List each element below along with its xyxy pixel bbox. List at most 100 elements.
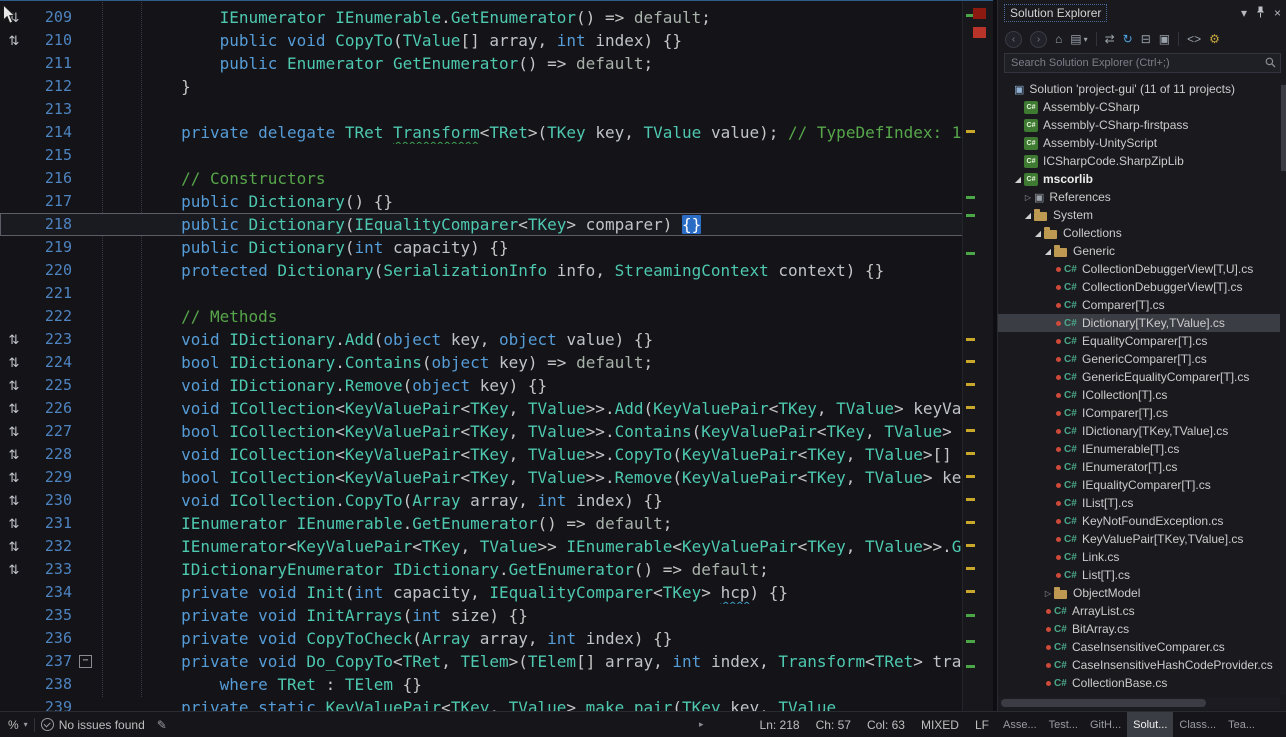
- line-number[interactable]: 234: [28, 581, 74, 604]
- code-line[interactable]: 218 public Dictionary(IEqualityComparer<…: [0, 213, 963, 236]
- line-number[interactable]: 227: [28, 420, 74, 443]
- code-line[interactable]: ⇅232 IEnumerator<KeyValuePair<TKey, TVal…: [0, 535, 963, 558]
- code-text[interactable]: void IDictionary.Add(object key, object …: [98, 328, 963, 351]
- implements-icon[interactable]: ⇅: [9, 401, 20, 416]
- code-line[interactable]: 236 private void CopyToCheck(Array array…: [0, 627, 963, 650]
- breakpoint-margin[interactable]: [0, 696, 28, 711]
- code-text[interactable]: public Dictionary(int capacity) {}: [98, 236, 963, 259]
- fold-margin[interactable]: [74, 236, 98, 259]
- code-text[interactable]: public Enumerator GetEnumerator() => def…: [98, 52, 963, 75]
- collapse-box-icon[interactable]: −: [79, 655, 92, 668]
- tree-item[interactable]: C#CollectionDebuggerView[T,U].cs: [998, 260, 1280, 278]
- fold-margin[interactable]: [74, 29, 98, 52]
- implements-icon[interactable]: ⇅: [9, 378, 20, 393]
- fold-margin[interactable]: [74, 558, 98, 581]
- line-number[interactable]: 239: [28, 696, 74, 711]
- window-position-icon[interactable]: ▾: [1241, 6, 1247, 20]
- tree-item[interactable]: ▷▣References: [998, 188, 1280, 206]
- fold-margin[interactable]: [74, 512, 98, 535]
- code-line[interactable]: ⇅226 void ICollection<KeyValuePair<TKey,…: [0, 397, 963, 420]
- code-line[interactable]: 215: [0, 144, 963, 167]
- breakpoint-margin[interactable]: ⇅: [0, 443, 28, 466]
- line-number[interactable]: 224: [28, 351, 74, 374]
- fold-margin[interactable]: [74, 6, 98, 29]
- code-line[interactable]: 214 private delegate TRet Transform<TRet…: [0, 121, 963, 144]
- fold-margin[interactable]: [74, 305, 98, 328]
- tree-item[interactable]: C#Assembly-CSharp: [998, 98, 1280, 116]
- tree-vertical-scrollbar[interactable]: [1280, 80, 1286, 695]
- expander-icon[interactable]: ◢: [1032, 229, 1044, 238]
- code-text[interactable]: void ICollection<KeyValuePair<TKey, TVal…: [98, 397, 963, 420]
- fold-margin[interactable]: [74, 535, 98, 558]
- fold-margin[interactable]: [74, 489, 98, 512]
- tree-item[interactable]: C#IEnumerable[T].cs: [998, 440, 1280, 458]
- fold-margin[interactable]: [74, 443, 98, 466]
- code-text[interactable]: void ICollection.CopyTo(Array array, int…: [98, 489, 963, 512]
- line-number[interactable]: 232: [28, 535, 74, 558]
- breakpoint-margin[interactable]: [0, 75, 28, 98]
- tree-item[interactable]: C#IDictionary[TKey,TValue].cs: [998, 422, 1280, 440]
- code-text[interactable]: IEnumerator IEnumerable.GetEnumerator() …: [98, 512, 963, 535]
- breakpoint-margin[interactable]: ⇅: [0, 489, 28, 512]
- refresh-icon[interactable]: ↻: [1123, 32, 1133, 46]
- fold-margin[interactable]: [74, 351, 98, 374]
- code-line[interactable]: 220 protected Dictionary(SerializationIn…: [0, 259, 963, 282]
- code-editor[interactable]: ⇅209 IEnumerator IEnumerable.GetEnumerat…: [0, 0, 993, 711]
- breakpoint-margin[interactable]: [0, 650, 28, 673]
- fold-margin[interactable]: [74, 673, 98, 696]
- breakpoint-margin[interactable]: [0, 581, 28, 604]
- code-text[interactable]: where TRet : TElem {}: [98, 673, 963, 696]
- fold-margin[interactable]: [74, 144, 98, 167]
- pen-icon[interactable]: ✎: [151, 718, 173, 732]
- expander-icon[interactable]: ▷: [1042, 589, 1054, 598]
- panel-tab[interactable]: Solut...: [1127, 712, 1173, 737]
- breakpoint-margin[interactable]: ⇅: [0, 535, 28, 558]
- line-number[interactable]: 231: [28, 512, 74, 535]
- code-line[interactable]: 235 private void InitArrays(int size) {}: [0, 604, 963, 627]
- breakpoint-margin[interactable]: [0, 52, 28, 75]
- code-line[interactable]: ⇅ 231 IEnumerator IEnumerable.GetEnumerat…: [0, 512, 963, 535]
- fold-margin[interactable]: [74, 259, 98, 282]
- fold-margin[interactable]: [74, 374, 98, 397]
- settings-gear-icon[interactable]: ⚙: [1209, 32, 1220, 46]
- fold-margin[interactable]: [74, 420, 98, 443]
- fold-margin[interactable]: [74, 167, 98, 190]
- code-text[interactable]: public Dictionary(IEqualityComparer<TKey…: [98, 213, 963, 236]
- line-number[interactable]: 233: [28, 558, 74, 581]
- fold-margin[interactable]: [74, 397, 98, 420]
- tree-item[interactable]: C#Dictionary[TKey,TValue].cs: [998, 314, 1280, 332]
- search-input[interactable]: [1004, 53, 1281, 73]
- line-number[interactable]: 238: [28, 673, 74, 696]
- code-line[interactable]: 221: [0, 282, 963, 305]
- fold-margin[interactable]: [74, 581, 98, 604]
- code-line[interactable]: 222 // Methods: [0, 305, 963, 328]
- tree-item[interactable]: C#GenericEqualityComparer[T].cs: [998, 368, 1280, 386]
- editor-vertical-scrollbar[interactable]: [962, 0, 993, 711]
- code-line[interactable]: ⇅228 void ICollection<KeyValuePair<TKey,…: [0, 443, 963, 466]
- line-number[interactable]: 229: [28, 466, 74, 489]
- code-line[interactable]: ⇅209 IEnumerator IEnumerable.GetEnumerat…: [0, 6, 963, 29]
- breakpoint-margin[interactable]: [0, 167, 28, 190]
- expander-icon[interactable]: ◢: [1022, 211, 1034, 220]
- tree-item[interactable]: C#IEnumerator[T].cs: [998, 458, 1280, 476]
- breakpoint-margin[interactable]: [0, 305, 28, 328]
- line-number[interactable]: 211: [28, 52, 74, 75]
- issues-indicator[interactable]: No issues found: [35, 718, 151, 732]
- panel-tab[interactable]: Asse...: [997, 712, 1043, 737]
- code-text[interactable]: IEnumerator IEnumerable.GetEnumerator() …: [98, 6, 963, 29]
- line-number[interactable]: 215: [28, 144, 74, 167]
- close-icon[interactable]: ×: [1274, 6, 1281, 20]
- breakpoint-margin[interactable]: ⇅: [0, 328, 28, 351]
- pin-icon[interactable]: [1256, 6, 1265, 21]
- fold-margin[interactable]: [74, 627, 98, 650]
- code-line[interactable]: 212 }: [0, 75, 963, 98]
- implements-icon[interactable]: ⇅: [9, 516, 20, 531]
- line-number[interactable]: 225: [28, 374, 74, 397]
- tree-item[interactable]: C#ArrayList.cs: [998, 602, 1280, 620]
- code-line[interactable]: ⇅225 void IDictionary.Remove(object key)…: [0, 374, 963, 397]
- sync-with-active-document-icon[interactable]: ⇄: [1105, 32, 1115, 46]
- code-text[interactable]: }: [98, 75, 963, 98]
- breakpoint-margin[interactable]: ⇅: [0, 512, 28, 535]
- fold-margin[interactable]: [74, 213, 98, 236]
- code-line[interactable]: ⇅229 bool ICollection<KeyValuePair<TKey,…: [0, 466, 963, 489]
